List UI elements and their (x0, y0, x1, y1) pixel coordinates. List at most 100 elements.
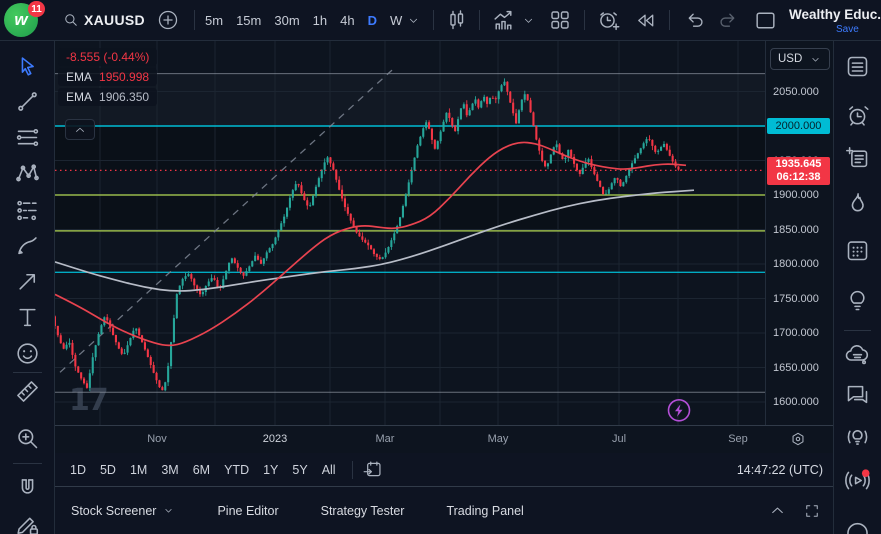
logo-glyph: w (14, 10, 27, 30)
tab-label: Stock Screener (71, 504, 156, 518)
legend-indicator-row[interactable]: EMA1906.350 (58, 88, 157, 106)
last-price-label: 1935.645 06:12:38 (767, 157, 830, 185)
minds-icon[interactable] (844, 342, 871, 369)
range-toolbar: 1D5D1M3M6MYTD1Y5YAll 14:47:22 (UTC) (55, 453, 833, 487)
cursor-icon[interactable] (14, 53, 41, 80)
calendar-icon[interactable] (844, 237, 871, 264)
range-5d[interactable]: 5D (93, 459, 123, 481)
notification-badge[interactable]: 11 (28, 1, 45, 17)
xabcd-icon[interactable] (14, 160, 41, 187)
stream-icon[interactable] (844, 467, 871, 494)
text-icon[interactable] (14, 304, 41, 331)
price-tick: 1900.000 (773, 189, 819, 201)
price-axis[interactable]: USD 2050.0001950.0001900.0001850.0001800… (765, 40, 833, 425)
search-icon[interactable] (62, 0, 80, 40)
divider (669, 10, 670, 30)
brush-icon[interactable] (14, 232, 41, 259)
symbol-search-button[interactable]: XAUUSD (84, 0, 145, 40)
range-5y[interactable]: 5Y (285, 459, 314, 481)
axis-settings-gear-icon[interactable] (789, 430, 807, 448)
timeframe-W[interactable]: W (390, 13, 402, 28)
symbol-text: XAUUSD (84, 12, 145, 28)
bulb-icon[interactable] (844, 287, 871, 314)
panel-maximize-icon[interactable] (803, 502, 821, 520)
divider (13, 372, 42, 373)
chat-icon[interactable] (844, 381, 871, 408)
price-level-label: 2000.000 (767, 118, 830, 134)
time-axis[interactable]: Nov2023MarMayJulSep (55, 425, 833, 453)
indicator-value: 1950.998 (99, 70, 149, 84)
tab-stock-screener[interactable]: Stock Screener (71, 504, 175, 518)
range-1d[interactable]: 1D (63, 459, 93, 481)
time-tick-2023: 2023 (263, 433, 287, 445)
fib-lines-icon[interactable] (14, 124, 41, 151)
layout-select-button[interactable] (753, 0, 778, 40)
range-3m[interactable]: 3M (154, 459, 185, 481)
draw-lock-icon[interactable] (14, 511, 41, 534)
range-all[interactable]: All (315, 459, 343, 481)
bottom-panel-bar: Stock Screener Pine Editor Strategy Tester… (55, 487, 833, 534)
time-tick-Mar: Mar (376, 433, 395, 445)
chart-legend: -8.555 (-0.44%) EMA1950.998 EMA1906.350 (58, 48, 157, 108)
range-1m[interactable]: 1M (123, 459, 154, 481)
bar-replay-button[interactable] (634, 0, 657, 40)
layout-title[interactable]: Wealthy Educ. (789, 7, 881, 22)
bulb-waves-icon[interactable] (844, 424, 871, 451)
journal-plus-icon[interactable] (844, 145, 871, 172)
circle-partial-icon[interactable] (844, 513, 871, 534)
timeframe-4h[interactable]: 4h (340, 13, 354, 28)
legend-indicator-row[interactable]: EMA1950.998 (58, 68, 157, 86)
chart-canvas[interactable]: 17 -8.555 (-0.44%) EMA1950.998 EMA1906.35… (55, 40, 765, 425)
currency-dropdown[interactable]: USD (770, 48, 830, 70)
tab-strategy-tester[interactable]: Strategy Tester (321, 504, 405, 518)
timeframe-D[interactable]: D (368, 13, 377, 28)
alert-icon[interactable] (844, 102, 871, 129)
legend-collapse-button[interactable] (65, 119, 95, 140)
price-tick: 2050.000 (773, 86, 819, 98)
save-button[interactable]: Save (836, 24, 859, 35)
top-toolbar: w 11 XAUUSD 5m 15m 30m 1h 4h DW Wealthy Educ.… (0, 0, 881, 41)
layout-grid-button[interactable] (548, 0, 572, 40)
indicators-button[interactable] (491, 0, 516, 40)
divider (194, 10, 195, 30)
chart-plot[interactable]: 17 (55, 40, 765, 425)
price-change-label[interactable]: -8.555 (-0.44%) (58, 48, 157, 66)
compare-add-icon[interactable] (157, 0, 179, 40)
timeframe-1h[interactable]: 1h (313, 13, 327, 28)
timeframe-15m[interactable]: 15m (236, 13, 261, 28)
trend-line-icon[interactable] (14, 88, 41, 115)
emoji-icon[interactable] (14, 340, 41, 367)
flame-icon[interactable] (844, 190, 871, 217)
panel-collapse-icon[interactable] (768, 501, 787, 520)
time-tick-May: May (488, 433, 509, 445)
divider (479, 10, 480, 30)
time-tick-Jul: Jul (612, 433, 626, 445)
create-alert-button[interactable] (596, 0, 621, 40)
timeframe-expand-icon[interactable] (406, 0, 421, 40)
tab-trading-panel[interactable]: Trading Panel (446, 504, 523, 518)
ruler-icon[interactable] (14, 378, 41, 405)
timeframe-30m[interactable]: 30m (274, 13, 299, 28)
divider (844, 330, 871, 331)
undo-button[interactable] (684, 0, 707, 40)
watchlist-icon[interactable] (844, 53, 871, 80)
range-ytd[interactable]: YTD (217, 459, 256, 481)
chevron-down-icon (162, 504, 175, 517)
chart-style-button[interactable] (445, 0, 469, 40)
timeframe-5m[interactable]: 5m (205, 13, 223, 28)
divider (13, 463, 42, 464)
magnet-icon[interactable] (14, 476, 41, 503)
arrow-icon[interactable] (14, 268, 41, 295)
tab-pine-editor[interactable]: Pine Editor (217, 504, 278, 518)
range-6m[interactable]: 6M (186, 459, 217, 481)
range-1y[interactable]: 1Y (256, 459, 285, 481)
redo-button[interactable] (716, 0, 739, 40)
go-to-date-icon[interactable] (362, 459, 383, 480)
utc-clock[interactable]: 14:47:22 (UTC) (737, 463, 823, 477)
indicators-expand-icon[interactable] (521, 0, 536, 40)
zoom-in-icon[interactable] (14, 425, 41, 452)
divider (433, 10, 434, 30)
tab-label: Pine Editor (217, 504, 278, 518)
price-tick: 1750.000 (773, 293, 819, 305)
forecast-icon[interactable] (14, 197, 41, 224)
